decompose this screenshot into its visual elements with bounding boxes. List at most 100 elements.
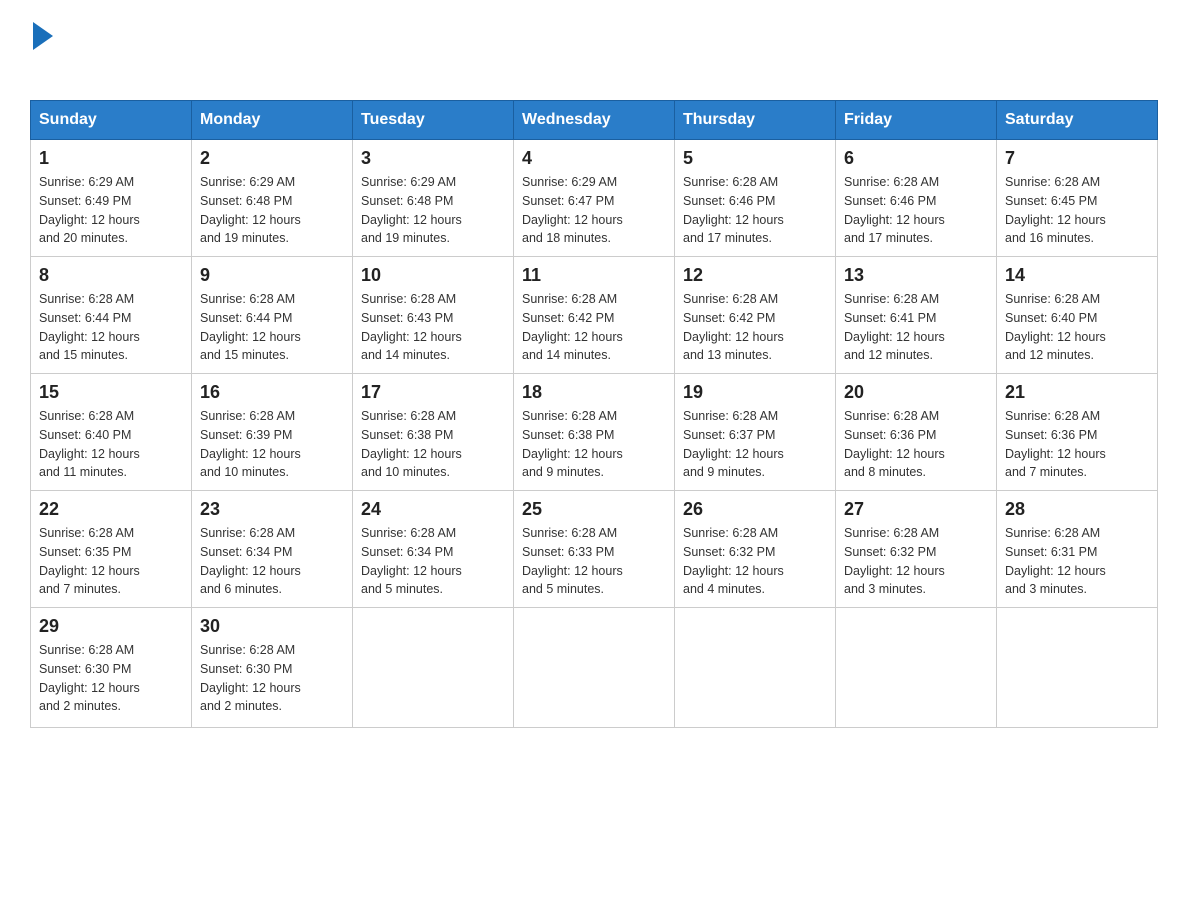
day-cell: 14 Sunrise: 6:28 AMSunset: 6:40 PMDaylig…	[997, 257, 1158, 374]
day-cell: 17 Sunrise: 6:28 AMSunset: 6:38 PMDaylig…	[353, 374, 514, 491]
week-row-1: 1 Sunrise: 6:29 AMSunset: 6:49 PMDayligh…	[31, 140, 1158, 257]
day-info: Sunrise: 6:29 AMSunset: 6:48 PMDaylight:…	[200, 175, 301, 245]
day-number: 13	[844, 265, 988, 286]
day-info: Sunrise: 6:28 AMSunset: 6:32 PMDaylight:…	[844, 526, 945, 596]
day-cell: 23 Sunrise: 6:28 AMSunset: 6:34 PMDaylig…	[192, 491, 353, 608]
day-cell: 8 Sunrise: 6:28 AMSunset: 6:44 PMDayligh…	[31, 257, 192, 374]
day-cell: 19 Sunrise: 6:28 AMSunset: 6:37 PMDaylig…	[675, 374, 836, 491]
column-header-saturday: Saturday	[997, 101, 1158, 140]
day-number: 8	[39, 265, 183, 286]
day-number: 14	[1005, 265, 1149, 286]
day-info: Sunrise: 6:28 AMSunset: 6:44 PMDaylight:…	[200, 292, 301, 362]
day-number: 20	[844, 382, 988, 403]
day-info: Sunrise: 6:29 AMSunset: 6:48 PMDaylight:…	[361, 175, 462, 245]
page-header	[30, 20, 1158, 80]
week-row-3: 15 Sunrise: 6:28 AMSunset: 6:40 PMDaylig…	[31, 374, 1158, 491]
day-cell: 13 Sunrise: 6:28 AMSunset: 6:41 PMDaylig…	[836, 257, 997, 374]
day-info: Sunrise: 6:28 AMSunset: 6:37 PMDaylight:…	[683, 409, 784, 479]
logo	[30, 20, 53, 80]
day-cell: 1 Sunrise: 6:29 AMSunset: 6:49 PMDayligh…	[31, 140, 192, 257]
day-cell: 25 Sunrise: 6:28 AMSunset: 6:33 PMDaylig…	[514, 491, 675, 608]
day-info: Sunrise: 6:28 AMSunset: 6:42 PMDaylight:…	[522, 292, 623, 362]
day-number: 6	[844, 148, 988, 169]
day-number: 16	[200, 382, 344, 403]
day-info: Sunrise: 6:29 AMSunset: 6:49 PMDaylight:…	[39, 175, 140, 245]
column-header-monday: Monday	[192, 101, 353, 140]
day-cell	[997, 608, 1158, 728]
day-number: 2	[200, 148, 344, 169]
day-number: 3	[361, 148, 505, 169]
day-number: 11	[522, 265, 666, 286]
day-cell: 12 Sunrise: 6:28 AMSunset: 6:42 PMDaylig…	[675, 257, 836, 374]
day-number: 19	[683, 382, 827, 403]
day-cell: 21 Sunrise: 6:28 AMSunset: 6:36 PMDaylig…	[997, 374, 1158, 491]
day-info: Sunrise: 6:28 AMSunset: 6:36 PMDaylight:…	[844, 409, 945, 479]
day-number: 17	[361, 382, 505, 403]
day-cell	[353, 608, 514, 728]
day-cell: 24 Sunrise: 6:28 AMSunset: 6:34 PMDaylig…	[353, 491, 514, 608]
day-info: Sunrise: 6:29 AMSunset: 6:47 PMDaylight:…	[522, 175, 623, 245]
day-info: Sunrise: 6:28 AMSunset: 6:32 PMDaylight:…	[683, 526, 784, 596]
day-info: Sunrise: 6:28 AMSunset: 6:45 PMDaylight:…	[1005, 175, 1106, 245]
day-cell: 4 Sunrise: 6:29 AMSunset: 6:47 PMDayligh…	[514, 140, 675, 257]
day-number: 10	[361, 265, 505, 286]
day-number: 24	[361, 499, 505, 520]
column-header-thursday: Thursday	[675, 101, 836, 140]
day-info: Sunrise: 6:28 AMSunset: 6:31 PMDaylight:…	[1005, 526, 1106, 596]
day-info: Sunrise: 6:28 AMSunset: 6:39 PMDaylight:…	[200, 409, 301, 479]
week-row-4: 22 Sunrise: 6:28 AMSunset: 6:35 PMDaylig…	[31, 491, 1158, 608]
day-number: 28	[1005, 499, 1149, 520]
day-cell: 6 Sunrise: 6:28 AMSunset: 6:46 PMDayligh…	[836, 140, 997, 257]
day-info: Sunrise: 6:28 AMSunset: 6:34 PMDaylight:…	[200, 526, 301, 596]
day-number: 12	[683, 265, 827, 286]
header-row: SundayMondayTuesdayWednesdayThursdayFrid…	[31, 101, 1158, 140]
day-cell: 28 Sunrise: 6:28 AMSunset: 6:31 PMDaylig…	[997, 491, 1158, 608]
day-number: 25	[522, 499, 666, 520]
day-info: Sunrise: 6:28 AMSunset: 6:34 PMDaylight:…	[361, 526, 462, 596]
day-number: 30	[200, 616, 344, 637]
day-number: 29	[39, 616, 183, 637]
day-cell: 5 Sunrise: 6:28 AMSunset: 6:46 PMDayligh…	[675, 140, 836, 257]
day-cell: 10 Sunrise: 6:28 AMSunset: 6:43 PMDaylig…	[353, 257, 514, 374]
day-info: Sunrise: 6:28 AMSunset: 6:35 PMDaylight:…	[39, 526, 140, 596]
day-info: Sunrise: 6:28 AMSunset: 6:44 PMDaylight:…	[39, 292, 140, 362]
week-row-5: 29 Sunrise: 6:28 AMSunset: 6:30 PMDaylig…	[31, 608, 1158, 728]
day-cell: 29 Sunrise: 6:28 AMSunset: 6:30 PMDaylig…	[31, 608, 192, 728]
day-info: Sunrise: 6:28 AMSunset: 6:40 PMDaylight:…	[39, 409, 140, 479]
day-number: 9	[200, 265, 344, 286]
day-cell: 22 Sunrise: 6:28 AMSunset: 6:35 PMDaylig…	[31, 491, 192, 608]
day-number: 7	[1005, 148, 1149, 169]
day-number: 4	[522, 148, 666, 169]
day-number: 21	[1005, 382, 1149, 403]
column-header-tuesday: Tuesday	[353, 101, 514, 140]
day-cell	[836, 608, 997, 728]
day-number: 27	[844, 499, 988, 520]
day-cell: 9 Sunrise: 6:28 AMSunset: 6:44 PMDayligh…	[192, 257, 353, 374]
day-info: Sunrise: 6:28 AMSunset: 6:33 PMDaylight:…	[522, 526, 623, 596]
day-number: 23	[200, 499, 344, 520]
day-info: Sunrise: 6:28 AMSunset: 6:38 PMDaylight:…	[522, 409, 623, 479]
day-info: Sunrise: 6:28 AMSunset: 6:41 PMDaylight:…	[844, 292, 945, 362]
day-number: 1	[39, 148, 183, 169]
day-cell: 27 Sunrise: 6:28 AMSunset: 6:32 PMDaylig…	[836, 491, 997, 608]
day-cell	[514, 608, 675, 728]
calendar-table: SundayMondayTuesdayWednesdayThursdayFrid…	[30, 100, 1158, 728]
day-cell: 11 Sunrise: 6:28 AMSunset: 6:42 PMDaylig…	[514, 257, 675, 374]
day-cell: 2 Sunrise: 6:29 AMSunset: 6:48 PMDayligh…	[192, 140, 353, 257]
day-number: 15	[39, 382, 183, 403]
column-header-wednesday: Wednesday	[514, 101, 675, 140]
day-cell: 3 Sunrise: 6:29 AMSunset: 6:48 PMDayligh…	[353, 140, 514, 257]
column-header-friday: Friday	[836, 101, 997, 140]
day-info: Sunrise: 6:28 AMSunset: 6:38 PMDaylight:…	[361, 409, 462, 479]
day-number: 22	[39, 499, 183, 520]
day-cell: 7 Sunrise: 6:28 AMSunset: 6:45 PMDayligh…	[997, 140, 1158, 257]
week-row-2: 8 Sunrise: 6:28 AMSunset: 6:44 PMDayligh…	[31, 257, 1158, 374]
day-cell: 18 Sunrise: 6:28 AMSunset: 6:38 PMDaylig…	[514, 374, 675, 491]
day-info: Sunrise: 6:28 AMSunset: 6:43 PMDaylight:…	[361, 292, 462, 362]
day-cell: 30 Sunrise: 6:28 AMSunset: 6:30 PMDaylig…	[192, 608, 353, 728]
day-number: 26	[683, 499, 827, 520]
day-info: Sunrise: 6:28 AMSunset: 6:30 PMDaylight:…	[39, 643, 140, 713]
day-cell: 16 Sunrise: 6:28 AMSunset: 6:39 PMDaylig…	[192, 374, 353, 491]
day-cell	[675, 608, 836, 728]
day-number: 5	[683, 148, 827, 169]
